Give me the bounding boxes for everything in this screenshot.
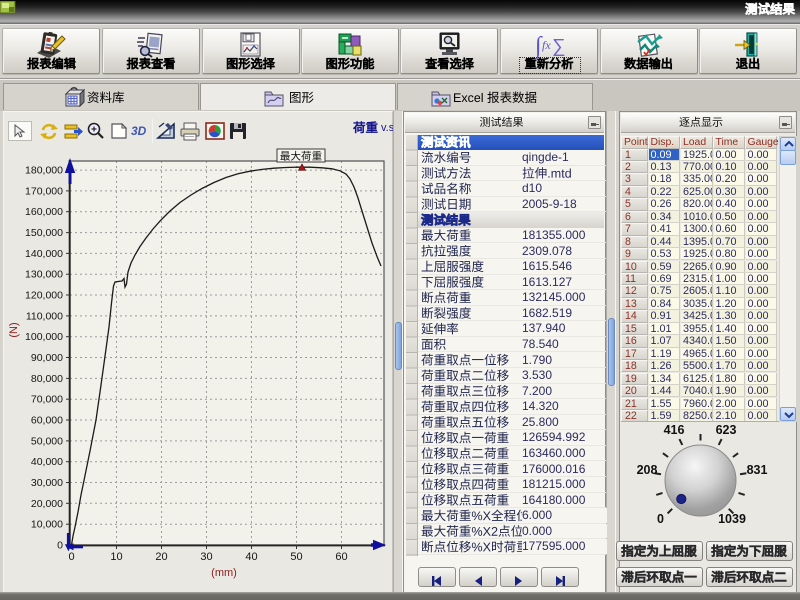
svg-text:120,000: 120,000 (25, 290, 63, 302)
svg-text:fx: fx (542, 38, 551, 52)
svg-text:180,000: 180,000 (25, 165, 63, 177)
svg-text:0: 0 (68, 551, 74, 563)
svg-text:80,000: 80,000 (31, 373, 63, 385)
svg-text:0: 0 (57, 540, 63, 552)
svg-text:20,000: 20,000 (31, 498, 63, 510)
svg-text:30: 30 (200, 551, 212, 563)
svg-text:10,000: 10,000 (31, 519, 63, 531)
svg-text:(mm): (mm) (211, 567, 237, 579)
svg-text:40: 40 (245, 551, 257, 563)
svg-text:70,000: 70,000 (31, 394, 63, 406)
svg-text:50: 50 (290, 551, 302, 563)
svg-text:10: 10 (110, 551, 122, 563)
svg-text:130,000: 130,000 (25, 269, 63, 281)
svg-text:30,000: 30,000 (31, 477, 63, 489)
svg-text:40,000: 40,000 (31, 456, 63, 468)
svg-text:50,000: 50,000 (31, 435, 63, 447)
svg-text:110,000: 110,000 (26, 310, 63, 322)
svg-text:60,000: 60,000 (31, 415, 63, 427)
svg-text:150,000: 150,000 (25, 227, 63, 239)
svg-text:60: 60 (335, 551, 347, 563)
svg-text:160,000: 160,000 (25, 206, 63, 218)
svg-text:140,000: 140,000 (25, 248, 63, 260)
svg-text:90,000: 90,000 (31, 352, 63, 364)
svg-text:100,000: 100,000 (25, 331, 63, 343)
svg-text:20: 20 (155, 551, 167, 563)
svg-text:170,000: 170,000 (25, 185, 63, 197)
svg-text:(N): (N) (8, 322, 20, 337)
svg-text:∑: ∑ (552, 36, 566, 57)
